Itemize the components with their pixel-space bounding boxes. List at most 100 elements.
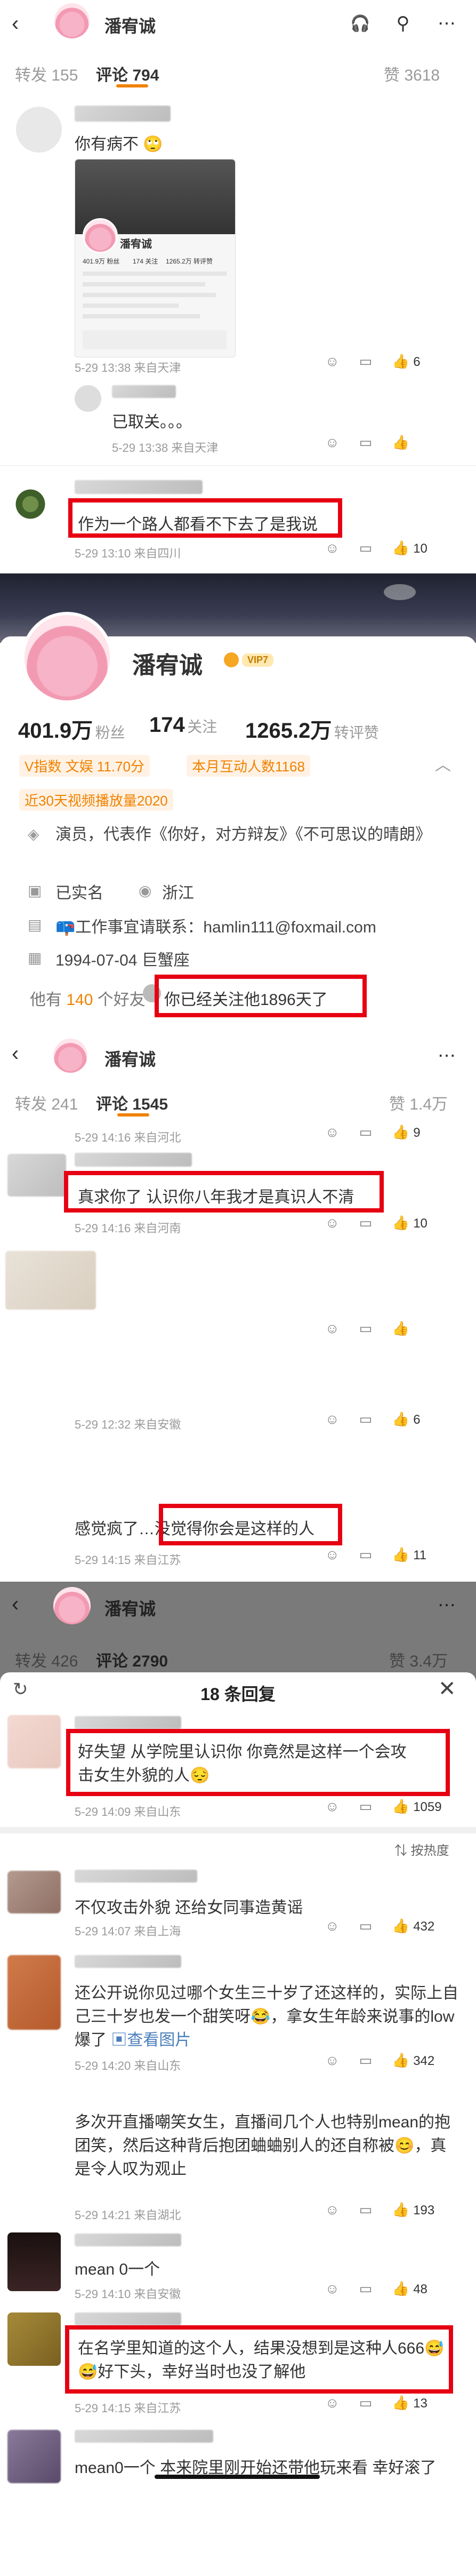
emoji-reply-icon[interactable]: ☺ [325,1798,340,1814]
like-icon[interactable]: 👍 [392,1215,409,1231]
v-index-tag[interactable]: V指数 文娱 11.70分 [19,755,150,777]
comment-icon[interactable]: ▭ [359,1918,373,1934]
like-icon[interactable]: 👍 [392,1918,409,1934]
tab-like[interactable]: 赞 3618 [384,62,440,85]
like-icon[interactable]: 👍 [392,2280,409,2296]
avatar[interactable] [53,1039,87,1073]
tab-repost[interactable]: 转发 241 [15,1091,78,1114]
blurred-avatar [7,1154,66,1197]
sort-button[interactable]: ⇅ 按热度 [394,1840,449,1859]
monthly-interactions-tag[interactable]: 本月互动人数1168 [187,755,310,777]
like-count: 6 [413,1413,421,1427]
emoji-reply-icon[interactable]: ☺ [325,540,340,556]
stat-following[interactable]: 174 关注 [149,713,217,737]
tab-comment[interactable]: 评论 2790 [96,1648,168,1671]
emoji-reply-icon[interactable]: ☺ [325,353,340,369]
emoji-reply-icon[interactable]: ☺ [325,1411,340,1427]
tab-underline [117,1113,149,1116]
stat-followers[interactable]: 401.9万 粉丝 [18,713,125,744]
tab-comment[interactable]: 评论 794 [96,62,159,85]
emoji-reply-icon[interactable]: ☺ [325,1546,340,1562]
blurred-avatar [7,1715,61,1768]
blurred-name [75,2312,181,2325]
comment-icon[interactable]: ▭ [359,1320,373,1336]
back-icon[interactable]: ‹ [12,1592,19,1616]
comment-icon[interactable]: ▭ [359,2395,373,2411]
avatar[interactable] [12,485,49,523]
emoji-reply-icon[interactable]: ☺ [325,1215,340,1231]
username[interactable]: 潘宥诚 [104,1046,156,1071]
comment-icon[interactable]: ▭ [359,1124,373,1140]
like-icon[interactable]: 👍 [392,2052,409,2068]
more-icon[interactable]: ⋯ [431,1591,463,1619]
like-count: 10 [413,541,427,556]
like-icon[interactable]: 👍 [392,434,409,450]
search-icon[interactable]: ⚲ [389,10,417,37]
mutual-friends[interactable]: 他有 140 个好友 [30,986,146,1010]
username[interactable]: 潘宥诚 [104,13,156,37]
like-icon[interactable]: 👍 [392,1320,409,1336]
highlight-box [159,1504,342,1545]
comment-icon[interactable]: ▭ [359,353,373,369]
comment-icon[interactable]: ▭ [359,2202,373,2218]
comment-icon[interactable]: ▭ [359,1215,373,1231]
tab-like[interactable]: 赞 3.4万 [389,1648,448,1671]
comment-actions: ☺ ▭ 👍 6 [325,353,421,370]
like-icon[interactable]: 👍 [392,2202,409,2218]
emoji-reply-icon[interactable]: ☺ [325,2202,340,2218]
like-icon[interactable]: 👍 [392,353,409,369]
emoji-reply-icon[interactable]: ☺ [325,2280,340,2296]
like-icon[interactable]: 👍 [392,2395,409,2411]
avatar[interactable] [16,107,62,153]
collapse-icon[interactable]: ︿ [435,752,451,775]
image-link-icon: ▣ [107,2031,127,2049]
blurred-name [75,480,203,494]
like-count: 10 [413,1216,427,1231]
tab-like[interactable]: 赞 1.4万 [389,1091,448,1114]
comment-icon[interactable]: ▭ [359,2052,373,2068]
like-icon[interactable]: 👍 [392,1411,409,1427]
back-icon[interactable]: ‹ [12,12,19,36]
emoji-reply-icon[interactable]: ☺ [325,434,340,450]
username[interactable]: 潘宥诚 [104,1596,156,1620]
reply-text: 多次开直播嘲笑女生，直播间几个人也特别mean的抱团笑，然后这种背后抱团蛐蛐别人… [75,2114,451,2178]
avatar [7,2312,61,2366]
emoji-reply-icon[interactable]: ☺ [325,1918,340,1934]
tab-repost[interactable]: 转发 155 [15,62,78,85]
listen-icon[interactable]: 🎧 [346,10,374,37]
emoji-reply-icon[interactable]: ☺ [325,2395,340,2411]
emoji-reply-icon[interactable]: ☺ [325,2052,340,2068]
tab-repost[interactable]: 转发 426 [15,1648,78,1671]
profile-name: 潘宥诚 [132,652,203,679]
id-icon: ▣ [28,882,42,899]
comment-icon[interactable]: ▭ [359,540,373,556]
avatar[interactable] [75,385,101,412]
emoji-reply-icon[interactable]: ☺ [325,1124,340,1140]
comment-actions: ☺ ▭ 👍 6 [325,1411,421,1427]
back-icon[interactable]: ‹ [12,1042,19,1066]
tab-comment[interactable]: 评论 1545 [96,1091,168,1114]
like-icon[interactable]: 👍 [392,540,409,556]
profile-card-screenshot[interactable]: 潘宥诚 401.9万 粉丝 174 关注 1265.2万 转评赞 [75,159,236,357]
avatar[interactable] [53,1587,91,1624]
comment-meta: 5-29 12:32 来自安徽 [75,1418,181,1431]
avatar[interactable] [21,612,113,704]
like-icon[interactable]: 👍 [392,1546,409,1562]
more-icon[interactable]: ⋯ [431,1042,463,1070]
more-icon[interactable]: ⋯ [431,10,463,37]
avatar[interactable] [54,3,90,38]
like-icon[interactable]: 👍 [392,1798,409,1814]
modal-title: 18 条回复 [200,1685,276,1704]
like-icon[interactable]: 👍 [392,1124,409,1140]
comment-icon[interactable]: ▭ [359,434,373,450]
view-image-link[interactable]: 查看图片 [127,2031,191,2049]
emoji-reply-icon[interactable]: ☺ [325,1320,340,1336]
close-icon[interactable]: ✕ [438,1677,456,1701]
blurred-name [75,2234,181,2246]
comment-icon[interactable]: ▭ [359,1546,373,1562]
reply-actions: ☺ ▭ 👍 [325,434,409,451]
comment-icon[interactable]: ▭ [359,1798,373,1814]
video-plays-tag[interactable]: 近30天视频播放量2020 [19,789,173,811]
comment-icon[interactable]: ▭ [359,2280,373,2296]
comment-icon[interactable]: ▭ [359,1411,373,1427]
